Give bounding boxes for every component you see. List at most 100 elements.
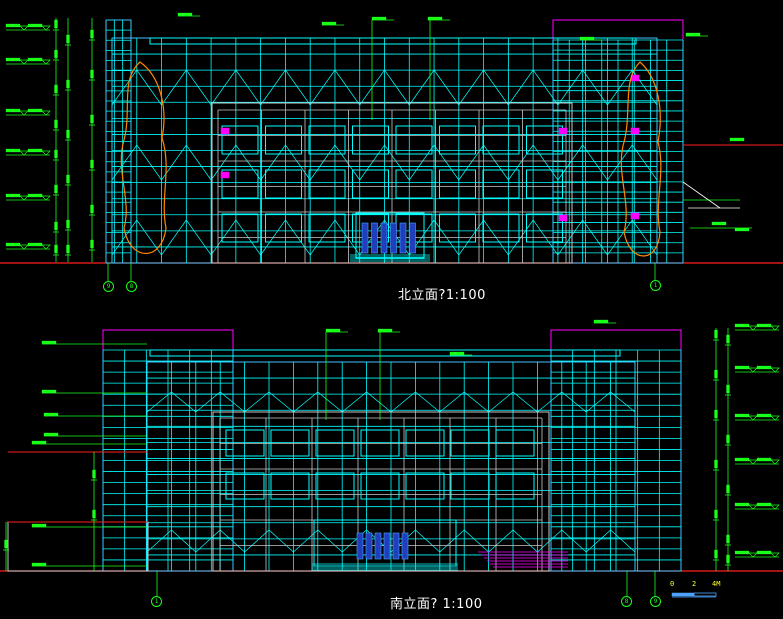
north-accent-panel: [558, 127, 568, 135]
north-note-text: [729, 137, 745, 142]
south-top-note-text: [593, 319, 609, 324]
south-dim-outer-dim-text: [714, 459, 718, 469]
north-dim-level-dim-text: [90, 159, 94, 169]
south-level-right2-level-text: [756, 365, 772, 370]
south-left-note-text: [41, 340, 57, 345]
scale-bar-segment-filled: [671, 592, 695, 597]
north-dim-outer-dim-text: [54, 184, 58, 194]
south-dim-outer-dim-text: [714, 409, 718, 419]
south-level-right-level-text: [734, 413, 750, 418]
south-level-right2-level-text: [756, 502, 772, 507]
south-level-right2-level-text: [756, 550, 772, 555]
south-top-note-text: [377, 328, 393, 333]
scale-label-0: 0: [670, 580, 675, 588]
north-entrance-door: [409, 222, 416, 254]
north-level-left-level-text: [5, 148, 21, 153]
south-left-note-text: [43, 412, 59, 417]
north-dim-outer-dim-text: [54, 244, 58, 254]
north-level-left2-level-text: [27, 148, 43, 153]
north-level-left2-level-text: [27, 23, 43, 28]
south-level-right-level-text: [734, 550, 750, 555]
south-dim-inner-dim-text: [726, 534, 730, 544]
north-entrance-door: [361, 222, 369, 254]
drawing-canvas: [0, 0, 783, 619]
north-dim-outer-dim-text: [54, 19, 58, 29]
south-dim-inner-dim-text: [726, 484, 730, 494]
north-dim-inner-dim-text: [66, 244, 70, 254]
south-entrance-door: [392, 532, 400, 560]
north-dim-inner-dim-text: [66, 129, 70, 139]
north-dim-level-dim-text: [90, 114, 94, 124]
south-dim-inner-dim-text: [726, 434, 730, 444]
north-accent-panel: [630, 212, 640, 220]
north-accent-panel: [630, 127, 640, 135]
scale-label-4m: 4M: [712, 580, 721, 588]
north-level-left2-level-text: [27, 108, 43, 113]
south-dim-outer-dim-text: [714, 549, 718, 559]
south-top-note-text: [449, 351, 465, 356]
south-dim-annex-dim-text: [4, 539, 8, 549]
axis-tag-north-8: 8: [126, 281, 137, 292]
north-dim-outer-dim-text: [54, 84, 58, 94]
south-dim-outer-dim-text: [714, 329, 718, 339]
south-entrance-door: [383, 532, 391, 560]
north-note-text: [734, 227, 750, 232]
north-dim-level-dim-text: [90, 204, 94, 214]
axis-tag-south-9: 9: [650, 596, 661, 607]
south-level-right-level-text: [734, 457, 750, 462]
south-dim-inner-dim-text: [726, 554, 730, 564]
north-dim-inner-dim-text: [66, 34, 70, 44]
north-entrance-door: [399, 222, 407, 254]
axis-tag-south-1: 1: [151, 596, 162, 607]
south-elevation-title: 南立面? 1:100: [390, 597, 483, 612]
south-level-right2-level-text: [756, 323, 772, 328]
north-top-note-text: [579, 36, 595, 41]
south-dim-left-dim-text: [92, 509, 96, 519]
north-level-left-level-text: [5, 23, 21, 28]
north-accent-panel: [220, 171, 230, 179]
south-left-note-text: [31, 523, 47, 528]
south-dim-inner-dim-text: [726, 384, 730, 394]
background: [0, 0, 783, 619]
south-level-right-level-text: [734, 323, 750, 328]
north-dim-outer-dim-text: [54, 149, 58, 159]
north-dim-inner-dim-text: [66, 79, 70, 89]
south-level-right-level-text: [734, 365, 750, 370]
south-left-note-text: [31, 440, 47, 445]
south-dim-outer-dim-text: [714, 369, 718, 379]
north-dim-outer-dim-text: [54, 119, 58, 129]
south-dim-outer-dim-text: [714, 509, 718, 519]
north-accent-panel: [220, 127, 230, 135]
scale-label-2: 2: [692, 580, 697, 588]
north-dim-outer-dim-text: [54, 49, 58, 59]
north-level-left2-level-text: [27, 57, 43, 62]
south-dim-inner-dim-text: [726, 334, 730, 344]
north-dim-inner-dim-text: [66, 219, 70, 229]
south-entrance-door: [356, 532, 364, 560]
axis-tag-north-9: 9: [103, 281, 114, 292]
north-level-left-level-text: [5, 108, 21, 113]
north-dim-outer-dim-text: [54, 221, 58, 231]
north-dim-level-dim-text: [90, 29, 94, 39]
south-left-note-text: [41, 389, 57, 394]
south-level-right2-level-text: [756, 457, 772, 462]
south-entrance-door: [401, 532, 409, 560]
north-entrance-door: [380, 222, 388, 254]
north-level-left2-level-text: [27, 242, 43, 247]
north-level-left-level-text: [5, 57, 21, 62]
south-level-right-level-text: [734, 502, 750, 507]
south-top-note-text: [325, 328, 341, 333]
north-top-note-text: [177, 12, 193, 17]
north-dim-inner-dim-text: [66, 174, 70, 184]
axis-tag-north-1: 1: [650, 280, 661, 291]
north-dim-level-dim-text: [90, 69, 94, 79]
south-level-right2-level-text: [756, 413, 772, 418]
north-dim-level-dim-text: [90, 239, 94, 249]
north-top-note-text: [371, 16, 387, 21]
north-top-note-text: [321, 21, 337, 26]
north-elevation-title: 北立面?1:100: [398, 288, 486, 303]
north-top-note-text: [685, 32, 701, 37]
north-level-left-level-text: [5, 193, 21, 198]
north-top-note-text: [427, 16, 443, 21]
north-accent-panel: [558, 214, 568, 222]
